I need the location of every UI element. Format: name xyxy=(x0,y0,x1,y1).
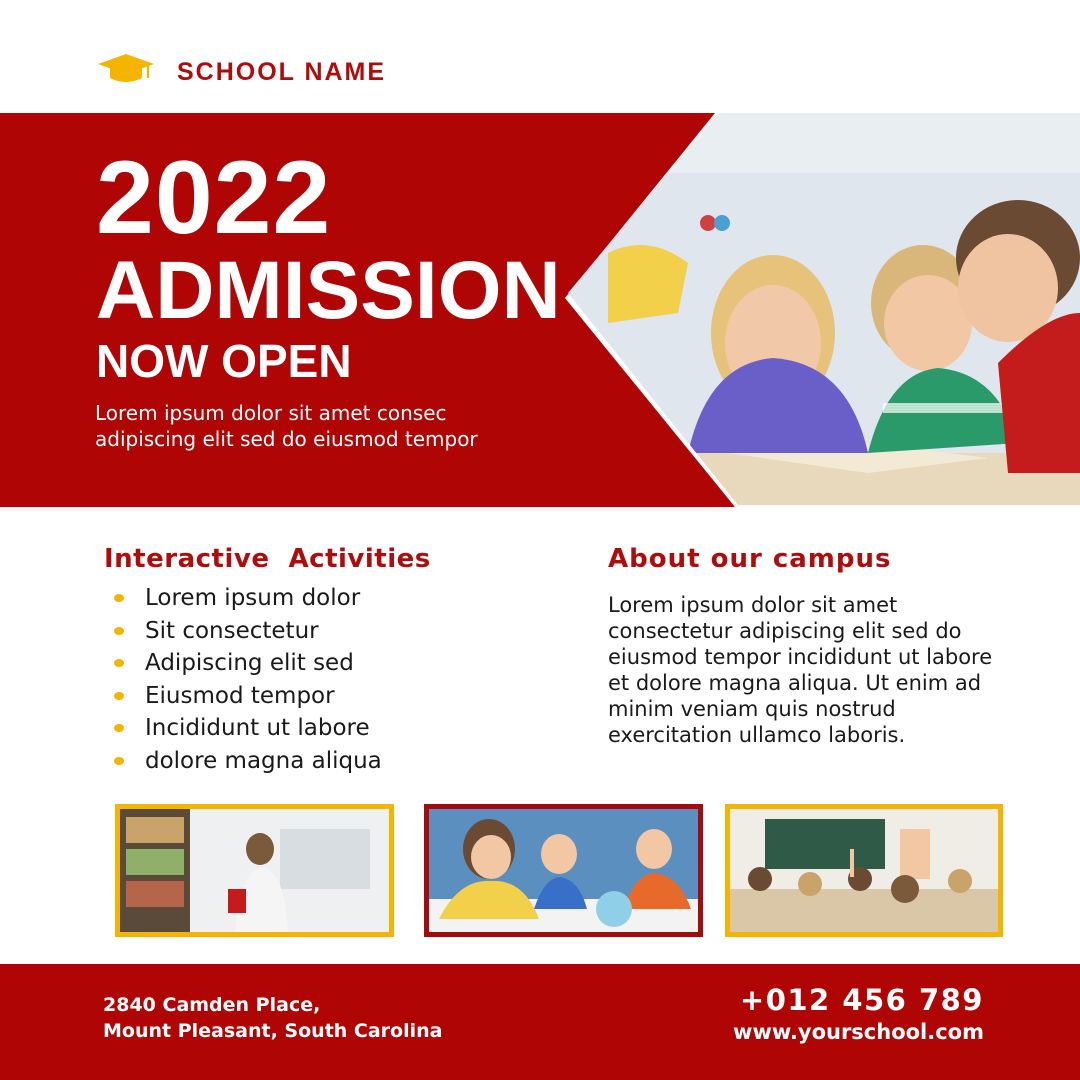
lecture-photo xyxy=(725,804,1003,937)
bullet-icon xyxy=(114,594,124,602)
list-item-label: Incididunt ut labore xyxy=(145,715,370,741)
hero-subheadline: NOW OPEN xyxy=(96,335,352,387)
list-item: Sit consectetur xyxy=(112,615,382,648)
graduation-cap-icon xyxy=(96,52,158,88)
bullet-icon xyxy=(114,724,124,732)
bullet-icon xyxy=(114,756,124,765)
list-item-label: Sit consectetur xyxy=(145,617,319,644)
list-item: Adipiscing elit sed xyxy=(112,647,382,680)
activities-title: Interactive Activities xyxy=(104,544,431,574)
list-item-label: dolore magna aliqua xyxy=(145,747,382,774)
hero-headline: ADMISSION xyxy=(96,245,561,336)
hero-year: 2022 xyxy=(96,140,332,256)
library-photo xyxy=(115,804,394,937)
list-item: dolore magna aliqua xyxy=(112,745,382,778)
list-item: Lorem ipsum dolor xyxy=(112,582,382,615)
hero-description: Lorem ipsum dolor sit amet consec adipis… xyxy=(95,401,478,451)
list-item-label: Adipiscing elit sed xyxy=(145,650,354,676)
classroom-photo xyxy=(424,804,703,937)
list-item: Incididunt ut labore xyxy=(112,712,382,745)
address: 2840 Camden Place, Mount Pleasant, South… xyxy=(103,992,442,1044)
list-item: Eiusmod tempor xyxy=(112,680,382,713)
address-line-1: 2840 Camden Place, xyxy=(103,994,321,1016)
address-line-2: Mount Pleasant, South Carolina xyxy=(103,1020,443,1042)
bullet-icon xyxy=(114,691,124,700)
website-url: www.yourschool.com xyxy=(733,1020,984,1044)
campus-title: About our campus xyxy=(608,544,892,574)
bullet-icon xyxy=(114,626,124,635)
list-item-label: Eiusmod tempor xyxy=(145,682,335,709)
activities-list: Lorem ipsum dolor Sit consectetur Adipis… xyxy=(112,582,382,777)
bullet-icon xyxy=(114,659,124,667)
campus-text: Lorem ipsum dolor sit amet consectetur a… xyxy=(608,593,993,747)
school-name: SCHOOL NAME xyxy=(177,58,387,86)
phone-number: +012 456 789 xyxy=(739,983,984,1017)
list-item-label: Lorem ipsum dolor xyxy=(145,585,361,611)
